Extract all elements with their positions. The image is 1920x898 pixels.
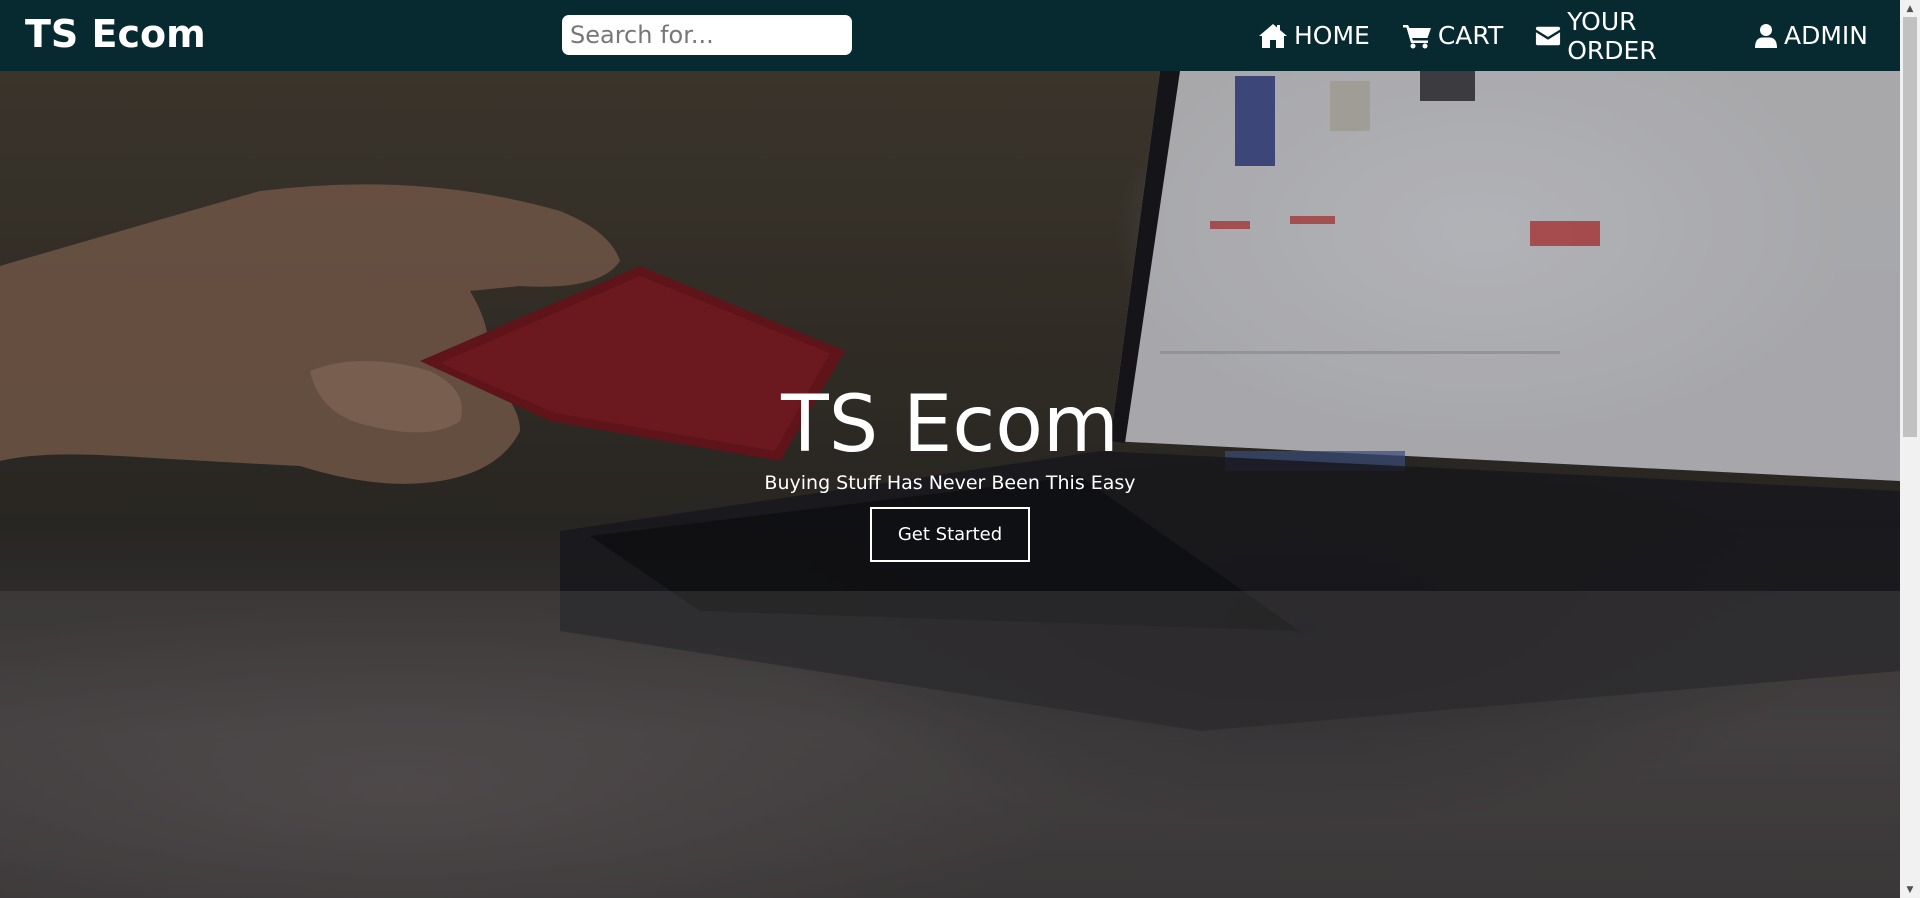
cart-icon — [1402, 24, 1431, 48]
nav-admin-link[interactable]: ADMIN — [1754, 21, 1868, 50]
envelope-icon — [1536, 26, 1561, 45]
get-started-button[interactable]: Get Started — [870, 507, 1030, 562]
brand-logo[interactable]: TS Ecom — [25, 12, 206, 56]
vertical-scrollbar[interactable]: ▲ ▼ — [1900, 0, 1920, 898]
home-icon — [1259, 23, 1287, 48]
hero-section: TS Ecom Buying Stuff Has Never Been This… — [0, 71, 1900, 898]
search-input[interactable] — [562, 15, 852, 55]
user-icon — [1755, 23, 1777, 48]
hero-title: TS Ecom — [781, 380, 1119, 470]
scrollbar-thumb[interactable] — [1903, 17, 1917, 437]
nav-home-link[interactable]: HOME — [1258, 21, 1370, 50]
nav-your-order-label: YOUR ORDER — [1567, 6, 1657, 65]
hero-content: TS Ecom Buying Stuff Has Never Been This… — [0, 71, 1900, 898]
hero-subtitle: Buying Stuff Has Never Been This Easy — [764, 472, 1136, 494]
nav-home-label: HOME — [1294, 21, 1370, 50]
nav-cart-label: CART — [1437, 21, 1504, 50]
nav-links: HOME CART YOUR ORDER ADMIN — [1258, 0, 1900, 71]
nav-cart-link[interactable]: CART — [1402, 21, 1503, 50]
navbar: TS Ecom HOME CART YOUR ORDER — [0, 0, 1900, 71]
scroll-up-arrow-icon[interactable]: ▲ — [1900, 0, 1920, 17]
nav-admin-label: ADMIN — [1784, 21, 1868, 50]
scroll-down-arrow-icon[interactable]: ▼ — [1900, 881, 1920, 898]
nav-your-order-link[interactable]: YOUR ORDER — [1535, 7, 1722, 65]
